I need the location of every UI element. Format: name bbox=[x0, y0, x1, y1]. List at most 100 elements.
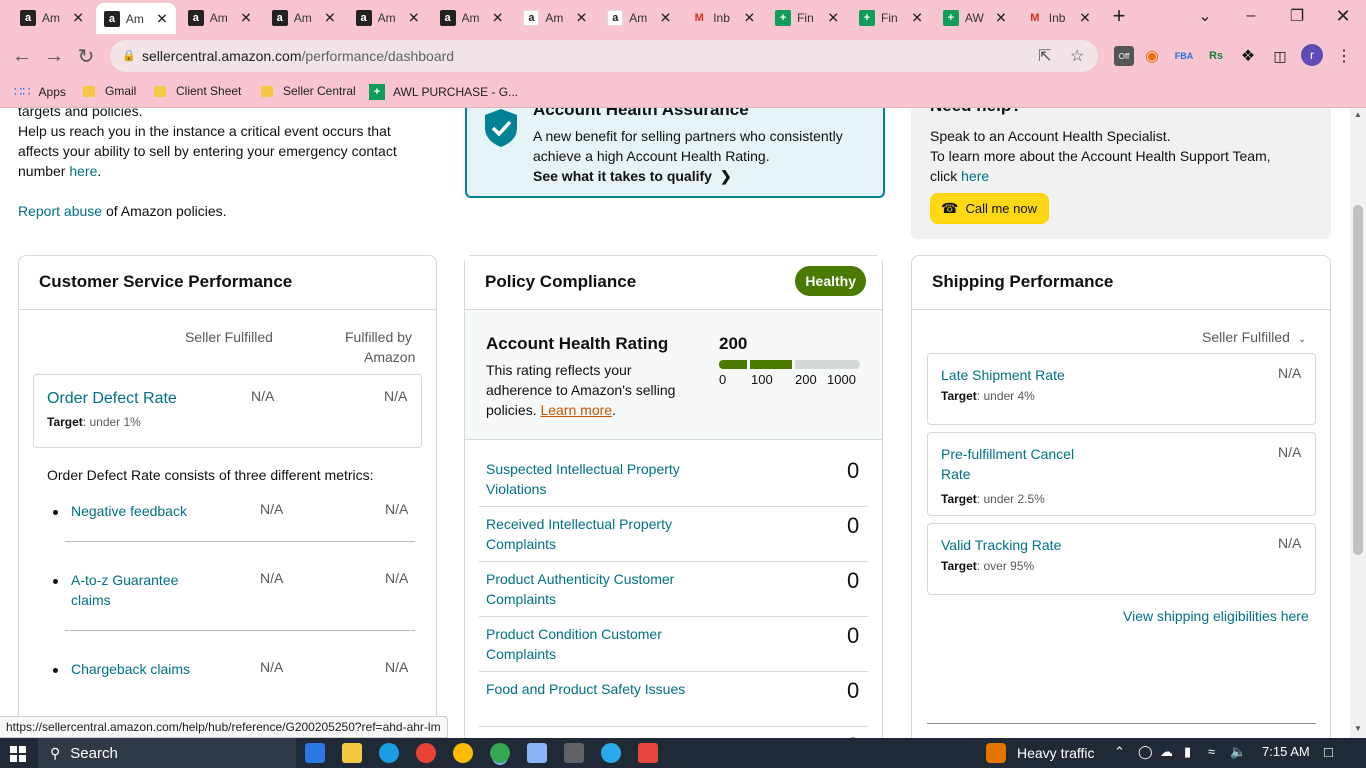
telegram-icon[interactable] bbox=[601, 743, 621, 763]
chrome-active-icon[interactable] bbox=[490, 743, 510, 763]
shipping-metric-link[interactable]: Pre-fulfillment Cancel bbox=[941, 444, 1074, 464]
reload-button[interactable]: ↻ bbox=[72, 42, 100, 70]
scroll-down-arrow[interactable]: ▼ bbox=[1354, 724, 1362, 733]
policy-item-link[interactable]: Product Condition Customer bbox=[486, 624, 662, 644]
browser-tab[interactable]: a Am ✕ bbox=[599, 5, 679, 31]
browser-tab[interactable]: a Am ✕ bbox=[180, 5, 260, 31]
close-tab-icon[interactable]: ✕ bbox=[72, 10, 84, 27]
bookmark-gmail[interactable]: Gmail bbox=[83, 84, 136, 98]
close-tab-icon[interactable]: ✕ bbox=[156, 10, 168, 27]
edge-icon[interactable] bbox=[379, 743, 399, 763]
side-panel-icon[interactable]: ◫ bbox=[1270, 46, 1290, 66]
file-explorer-icon[interactable] bbox=[342, 743, 362, 763]
browser-tab[interactable]: a Am ✕ bbox=[12, 5, 92, 31]
windows-start-icon[interactable] bbox=[10, 746, 26, 762]
close-tab-icon[interactable]: ✕ bbox=[743, 10, 755, 27]
policy-item-link-line2[interactable]: Complaints bbox=[486, 589, 556, 609]
metric-link[interactable]: A-to-z Guarantee bbox=[71, 570, 178, 590]
metric-link[interactable]: Negative feedback bbox=[71, 501, 187, 521]
bookmark-star-icon[interactable]: ☆ bbox=[1070, 46, 1084, 66]
browser-tab[interactable]: a Am ✕ bbox=[515, 5, 595, 31]
address-bar[interactable]: 🔒 sellercentral.amazon.com/performance/d… bbox=[110, 40, 1098, 72]
extension-orange-icon[interactable]: ◉ bbox=[1142, 46, 1162, 66]
tab-search-icon[interactable]: ⌄ bbox=[1182, 0, 1228, 32]
profile-avatar[interactable]: r bbox=[1301, 44, 1323, 66]
extension-off-icon[interactable]: Off bbox=[1114, 46, 1134, 66]
calculator-icon[interactable] bbox=[564, 743, 584, 763]
clock-time[interactable]: 7:15 AM bbox=[1262, 744, 1310, 759]
shipping-metric-link[interactable]: Valid Tracking Rate bbox=[941, 535, 1061, 555]
bookmark-awl-purchase[interactable]: + AWL PURCHASE - G... bbox=[369, 84, 518, 100]
browser-tab[interactable]: a Am ✕ bbox=[95, 3, 176, 34]
extensions-puzzle-icon[interactable]: ❖ bbox=[1238, 46, 1258, 66]
bookmark-seller-central[interactable]: Seller Central bbox=[261, 84, 356, 98]
policy-item-link-line2[interactable]: Complaints bbox=[486, 644, 556, 664]
weather-text[interactable]: Heavy traffic bbox=[1017, 745, 1095, 761]
order-defect-rate-link[interactable]: Order Defect Rate bbox=[47, 389, 177, 409]
new-tab-button[interactable]: + bbox=[1108, 3, 1130, 28]
weather-icon[interactable] bbox=[986, 743, 1006, 763]
extension-fba-icon[interactable]: FBA bbox=[1174, 46, 1194, 66]
policy-item-link-line2[interactable]: Violations bbox=[486, 479, 546, 499]
scrollbar-thumb[interactable] bbox=[1353, 205, 1363, 555]
share-icon[interactable]: ⇱ bbox=[1038, 46, 1051, 66]
extension-rs-icon[interactable]: Rs bbox=[1206, 46, 1226, 66]
minimize-button[interactable]: – bbox=[1228, 0, 1274, 32]
ahr-title[interactable]: Account Health Rating bbox=[486, 334, 668, 354]
browser-tab[interactable]: + AW ✕ bbox=[935, 5, 1015, 31]
bookmark-apps[interactable]: ∷∷ Apps bbox=[14, 84, 66, 100]
report-abuse-link[interactable]: Report abuse bbox=[18, 203, 102, 219]
browser-tab[interactable]: a Am ✕ bbox=[264, 5, 344, 31]
notifications-icon[interactable]: □ bbox=[1324, 744, 1333, 761]
browser-tab[interactable]: + Fin ✕ bbox=[767, 5, 847, 31]
browser-tab[interactable]: M Inb ✕ bbox=[683, 5, 763, 31]
tray-chevron-up-icon[interactable]: ⌃ bbox=[1114, 744, 1125, 760]
meet-now-icon[interactable]: ◯ bbox=[1138, 744, 1153, 760]
close-tab-icon[interactable]: ✕ bbox=[324, 10, 336, 27]
browser-tab[interactable]: a Am ✕ bbox=[432, 5, 512, 31]
shipping-metric-link[interactable]: Late Shipment Rate bbox=[941, 365, 1065, 385]
policy-item-link-line2[interactable]: Complaints bbox=[486, 534, 556, 554]
browser-tab[interactable]: + Fin ✕ bbox=[851, 5, 931, 31]
shipping-metric-link-line2[interactable]: Rate bbox=[941, 464, 971, 484]
volume-icon[interactable]: 🔈 bbox=[1230, 744, 1246, 760]
qualify-link[interactable]: See what it takes to qualify ❯ bbox=[533, 166, 732, 186]
restore-button[interactable]: ❐ bbox=[1274, 0, 1320, 32]
metric-link-line2[interactable]: claims bbox=[71, 590, 111, 610]
wifi-icon[interactable]: ≈ bbox=[1208, 744, 1215, 759]
close-tab-icon[interactable]: ✕ bbox=[492, 10, 504, 27]
browser-menu-icon[interactable]: ⋮ bbox=[1334, 46, 1354, 66]
close-tab-icon[interactable]: ✕ bbox=[911, 10, 923, 27]
bookmark-client-sheet[interactable]: Client Sheet bbox=[154, 84, 241, 98]
notepad-icon[interactable] bbox=[527, 743, 547, 763]
back-button[interactable]: ← bbox=[8, 42, 36, 70]
browser-tab[interactable]: M Inb ✕ bbox=[1019, 5, 1099, 31]
support-team-link[interactable]: here bbox=[961, 168, 989, 184]
scroll-up-arrow[interactable]: ▲ bbox=[1354, 110, 1362, 119]
onedrive-cloud-icon[interactable]: ☁ bbox=[1160, 744, 1173, 760]
close-tab-icon[interactable]: ✕ bbox=[1079, 10, 1091, 27]
close-window-button[interactable]: ✕ bbox=[1320, 0, 1366, 32]
fulfillment-filter-dropdown[interactable]: Seller Fulfilled ⌄ bbox=[1202, 329, 1306, 345]
learn-more-link[interactable]: Learn more bbox=[540, 402, 612, 418]
policy-item-link[interactable]: Product Authenticity Customer bbox=[486, 569, 674, 589]
close-tab-icon[interactable]: ✕ bbox=[995, 10, 1007, 27]
forward-button[interactable]: → bbox=[40, 42, 68, 70]
emergency-contact-link[interactable]: here bbox=[69, 163, 97, 179]
page-scrollbar[interactable]: ▲ ▼ bbox=[1350, 108, 1366, 738]
policy-item-link[interactable]: Suspected Intellectual Property bbox=[486, 459, 680, 479]
close-tab-icon[interactable]: ✕ bbox=[408, 10, 420, 27]
metric-link[interactable]: Chargeback claims bbox=[71, 659, 190, 679]
close-tab-icon[interactable]: ✕ bbox=[576, 10, 588, 27]
close-tab-icon[interactable]: ✕ bbox=[240, 10, 252, 27]
snipping-tool-icon[interactable] bbox=[638, 743, 658, 763]
shipping-eligibilities-link[interactable]: View shipping eligibilities here bbox=[1123, 606, 1309, 626]
policy-item-link[interactable]: Food and Product Safety Issues bbox=[486, 679, 685, 699]
battery-icon[interactable]: ▮ bbox=[1184, 744, 1191, 760]
call-me-now-button[interactable]: ☎ Call me now bbox=[930, 193, 1049, 224]
browser-tab[interactable]: a Am ✕ bbox=[348, 5, 428, 31]
policy-item-link[interactable]: Received Intellectual Property bbox=[486, 514, 672, 534]
taskbar-search[interactable]: ⚲ Search bbox=[38, 738, 296, 768]
task-view-icon[interactable] bbox=[305, 743, 325, 763]
chrome-profile-icon[interactable] bbox=[453, 743, 473, 763]
